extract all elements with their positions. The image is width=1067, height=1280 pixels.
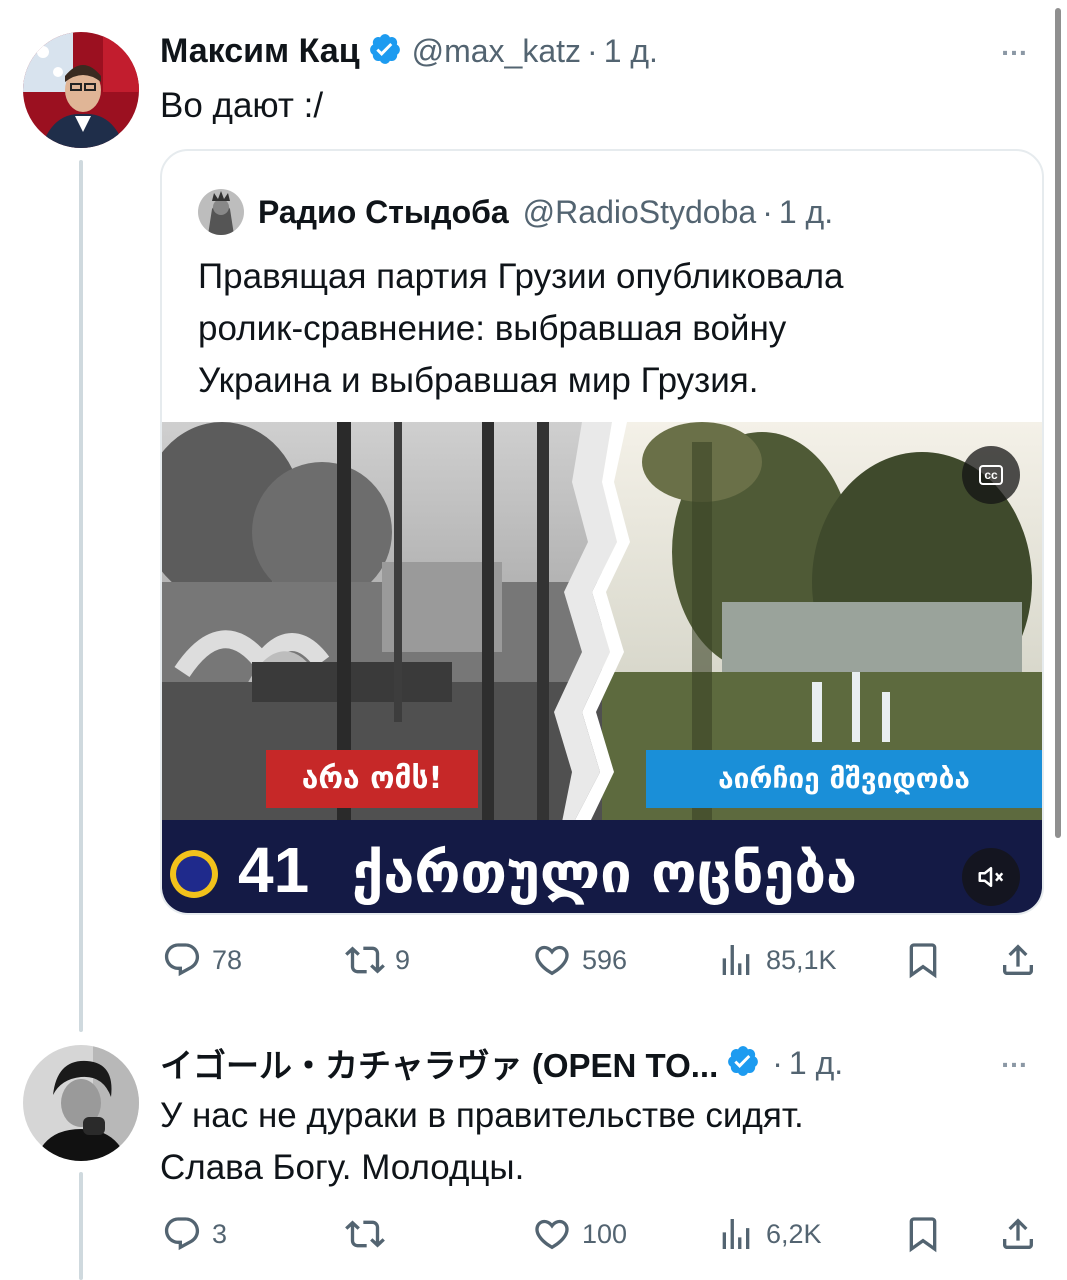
video-label-right: აირჩიე მშვიდობა (718, 762, 970, 795)
video-label-left: არა ომს! (301, 761, 443, 796)
video-player[interactable]: არა ომს! აირჩიე მშვიდობა 41 ქართული ოცნე… (162, 422, 1042, 913)
like-count: 100 (582, 1218, 628, 1249)
tweet2-header: イゴール・カチャラヴァ (OPEN TO... · 1 д. (160, 1040, 843, 1086)
share-button[interactable] (998, 1214, 1048, 1254)
bookmark-button[interactable] (903, 1214, 953, 1254)
tweet1-header: Максим Кац @max_katz · 1 д. (160, 28, 658, 74)
bookmark-button[interactable] (903, 940, 953, 980)
retweet-button[interactable]: 9 (345, 940, 410, 980)
avatar[interactable] (23, 1045, 139, 1161)
reply-icon (164, 943, 200, 977)
verified-badge-icon (368, 32, 402, 71)
volume-muted-icon (978, 867, 1004, 887)
quote-text-line: ролик-сравнение: выбравшая войну (198, 309, 787, 348)
tweet1-time[interactable]: 1 д. (604, 33, 658, 70)
video-banner-text: ქართული ოცნება (352, 841, 858, 906)
reply-count: 3 (212, 1218, 228, 1249)
quote-header: Радио Стыдоба @RadioStydoba · 1 д. (258, 189, 833, 235)
quote-handle[interactable]: @RadioStydoba (523, 194, 757, 231)
tweet2-time[interactable]: 1 д. (789, 1045, 843, 1082)
views-chart-icon (722, 1219, 750, 1249)
reply-button[interactable]: 3 (162, 1214, 227, 1254)
views-button[interactable]: 6,2K (716, 1214, 822, 1254)
cc-icon: cc (979, 465, 1003, 485)
quote-text-line: Украина и выбравшая мир Грузия. (198, 361, 759, 400)
heart-icon (535, 945, 569, 976)
video-banner-number: 41 (238, 834, 310, 906)
views-chart-icon (722, 945, 750, 975)
share-button[interactable] (998, 940, 1048, 980)
quote-text-line: Правящая партия Грузии опубликовала (198, 257, 844, 296)
more-options-icon[interactable]: … (1000, 1042, 1030, 1074)
thread-line (79, 160, 83, 1032)
reply-icon (164, 1217, 200, 1251)
reply-button[interactable]: 78 (162, 940, 242, 980)
retweet-icon (345, 1220, 385, 1248)
thread-line (79, 1172, 83, 1280)
views-count: 85,1K (766, 944, 837, 975)
bookmark-icon (909, 1217, 937, 1253)
verified-badge-icon (726, 1044, 760, 1083)
reply-count: 78 (212, 944, 243, 975)
more-options-icon[interactable]: … (1000, 30, 1030, 62)
cc-button[interactable]: cc (962, 446, 1020, 504)
quote-avatar[interactable] (198, 189, 244, 235)
share-icon (1003, 944, 1033, 975)
quoted-tweet[interactable]: Радио Стыдоба @RadioStydoba · 1 д. Правя… (160, 149, 1044, 915)
views-button[interactable]: 85,1K (716, 940, 837, 980)
retweet-icon (345, 946, 385, 974)
tweet2-sep: · (772, 1044, 783, 1081)
heart-icon (535, 1219, 569, 1250)
tweet1-text: Во дают :/ (160, 86, 324, 125)
like-button[interactable]: 100 (532, 1214, 627, 1254)
tweet2-text-line: У нас не дураки в правительстве сидят. (160, 1096, 804, 1135)
mute-button[interactable] (962, 848, 1020, 906)
share-icon (1003, 1218, 1033, 1249)
tweet2-text-line: Слава Богу. Молодцы. (160, 1148, 525, 1187)
quote-sep: · (762, 193, 773, 230)
tweet1-sep: · (587, 32, 598, 69)
avatar[interactable] (23, 32, 139, 148)
tweet2-display-name[interactable]: イゴール・カチャラヴァ (OPEN TO... (160, 1039, 718, 1087)
views-count: 6,2K (766, 1218, 822, 1249)
like-button[interactable]: 596 (532, 940, 627, 980)
quote-display-name[interactable]: Радио Стыдоба (258, 194, 509, 231)
bookmark-icon (909, 943, 937, 979)
quote-time[interactable]: 1 д. (779, 194, 833, 231)
like-count: 596 (582, 944, 628, 975)
tweet1-display-name[interactable]: Максим Кац (160, 32, 360, 71)
scrollbar[interactable] (1055, 8, 1061, 838)
tweet2-text: У нас не дураки в правительстве сидят. С… (160, 1090, 804, 1194)
tweet1-handle[interactable]: @max_katz (412, 33, 581, 70)
quote-text: Правящая партия Грузии опубликовала роли… (198, 251, 843, 407)
retweet-count: 9 (395, 944, 411, 975)
retweet-button[interactable] (345, 1214, 395, 1254)
